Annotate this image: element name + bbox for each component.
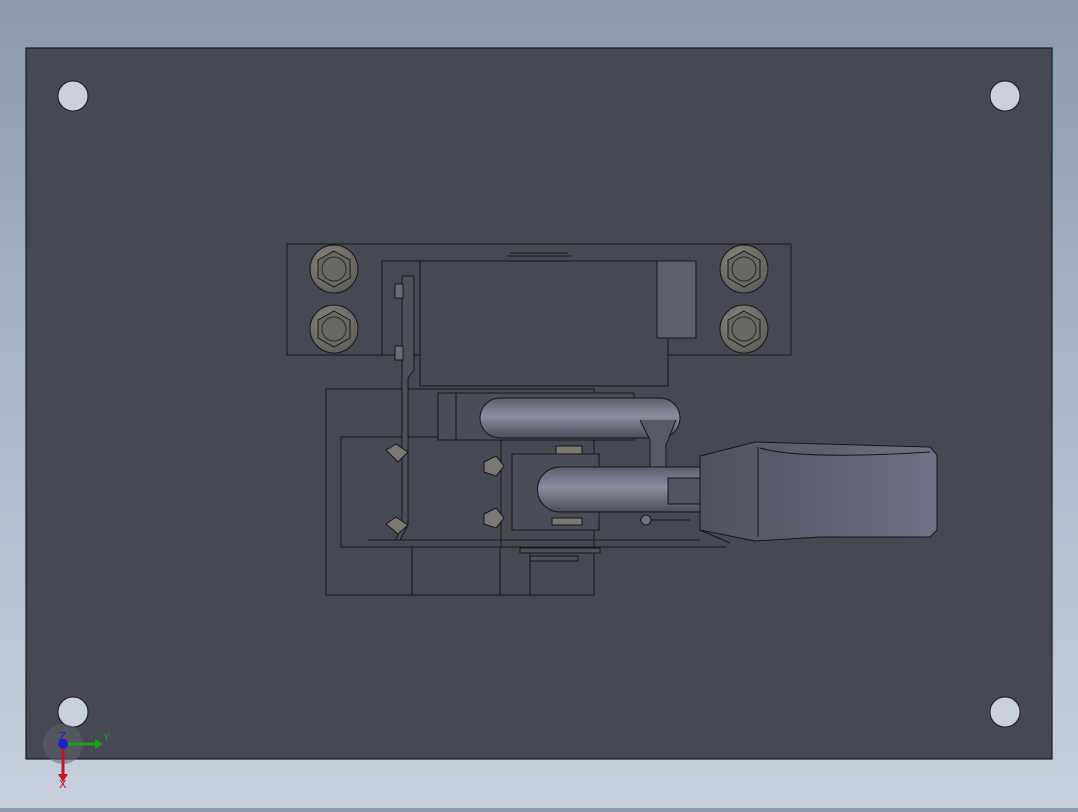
bolt-top-right[interactable] bbox=[719, 244, 769, 294]
bolt-top-left[interactable] bbox=[309, 244, 359, 294]
bolt-bottom-right[interactable] bbox=[719, 304, 769, 354]
axis-label-x: X bbox=[59, 778, 67, 791]
axis-label-y: Y bbox=[103, 731, 110, 744]
mounting-hole-bottom-left[interactable] bbox=[57, 696, 89, 728]
axis-label-z: Z bbox=[59, 730, 67, 743]
clamp-handle[interactable] bbox=[699, 441, 938, 544]
mounting-hole-bottom-right[interactable] bbox=[989, 696, 1021, 728]
bolt-bottom-left[interactable] bbox=[309, 304, 359, 354]
cad-graphics-viewport[interactable]: Z Y X bbox=[0, 0, 1078, 808]
mounting-hole-top-right[interactable] bbox=[989, 80, 1021, 112]
mounting-hole-top-left[interactable] bbox=[57, 80, 89, 112]
cad-model-view[interactable] bbox=[0, 0, 1078, 808]
